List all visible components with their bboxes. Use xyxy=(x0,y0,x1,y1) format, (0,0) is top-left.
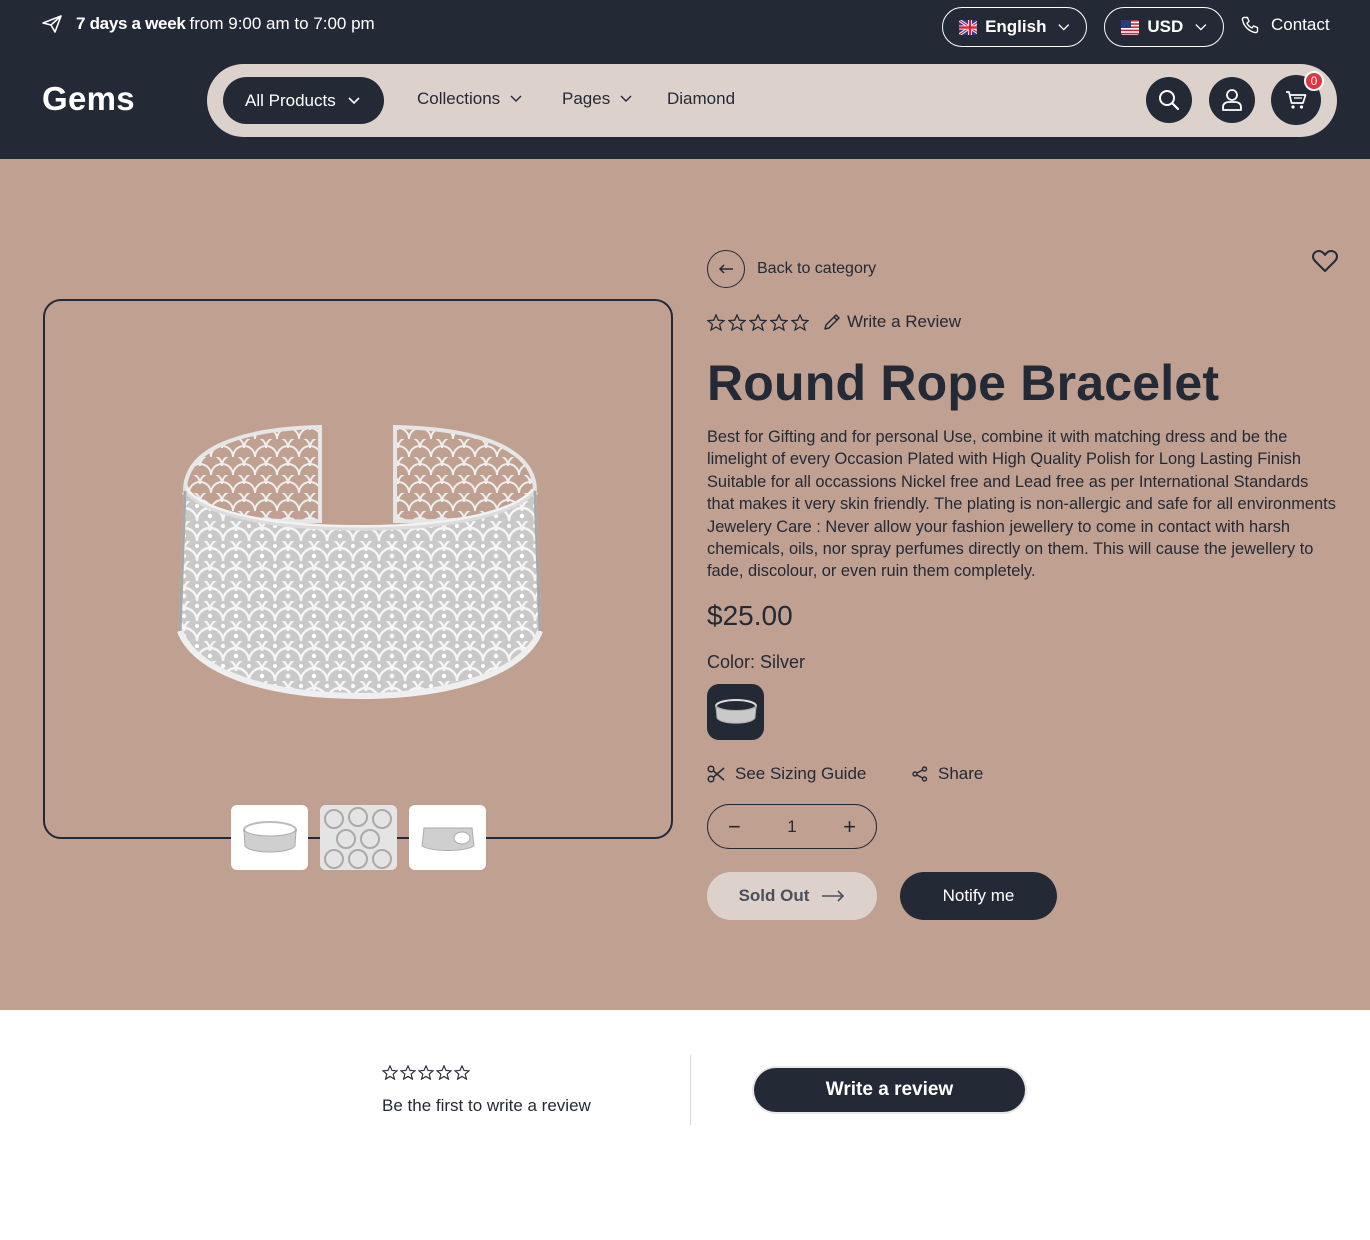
nav-diamond-label: Diamond xyxy=(667,89,736,108)
thumbnail-1[interactable] xyxy=(231,805,308,870)
share-icon xyxy=(912,766,928,782)
star-icon xyxy=(382,1065,398,1080)
quantity-decrease-button[interactable]: − xyxy=(728,815,741,838)
quantity-value[interactable]: 1 xyxy=(787,817,796,837)
sizing-guide-label: See Sizing Guide xyxy=(735,764,867,783)
star-icon xyxy=(728,313,746,331)
main-nav: All Products Collections Pages Diamond 0 xyxy=(207,64,1337,137)
bracelet-detail-thumbnail xyxy=(320,805,397,870)
product-section: Back to category Write a Review Round Ro… xyxy=(0,159,1370,1010)
star-icon xyxy=(418,1065,434,1080)
review-empty-text: Be the first to write a review xyxy=(382,1096,591,1115)
top-bar: 7 days a week from 9:00 am to 7:00 pm En… xyxy=(0,0,1370,52)
chevron-down-icon xyxy=(510,95,522,102)
share-label: Share xyxy=(938,764,984,783)
bracelet-side-thumbnail xyxy=(420,827,475,851)
chevron-down-icon xyxy=(1195,23,1207,31)
arrow-right-icon xyxy=(822,890,845,902)
site-header: 7 days a week from 9:00 am to 7:00 pm En… xyxy=(0,0,1370,159)
paper-plane-icon xyxy=(42,15,62,33)
nav-pages-label: Pages xyxy=(562,89,611,108)
language-selector[interactable]: English xyxy=(942,7,1087,47)
color-swatch-silver[interactable] xyxy=(707,684,764,740)
thumbnail-3[interactable] xyxy=(409,805,486,870)
heart-icon xyxy=(1312,250,1338,272)
search-icon xyxy=(1159,90,1180,111)
all-products-label: All Products xyxy=(245,90,336,110)
pencil-icon xyxy=(824,314,840,330)
nav-collections-label: Collections xyxy=(417,89,501,108)
star-icon xyxy=(770,313,788,331)
chevron-down-icon xyxy=(348,96,360,104)
product-price: $25.00 xyxy=(707,600,793,631)
phone-icon xyxy=(1241,16,1259,34)
search-button[interactable] xyxy=(1146,77,1192,123)
rating-stars xyxy=(707,313,809,331)
language-label: English xyxy=(985,17,1047,36)
review-summary-stars xyxy=(382,1065,470,1080)
all-products-button[interactable]: All Products xyxy=(223,77,384,124)
bracelet-swatch-image xyxy=(714,699,757,724)
currency-selector[interactable]: USD xyxy=(1104,7,1224,47)
sizing-guide-link[interactable]: See Sizing Guide xyxy=(707,764,866,784)
us-flag-icon xyxy=(1121,19,1140,35)
reviews-section: Be the first to write a review Write a r… xyxy=(0,1010,1370,1240)
bracelet-thumbnail xyxy=(242,820,297,852)
contact-link[interactable]: Contact xyxy=(1241,15,1330,35)
bracelet-image xyxy=(177,424,543,700)
currency-label: USD xyxy=(1147,17,1184,36)
contact-label: Contact xyxy=(1271,15,1330,34)
nav-collections[interactable]: Collections xyxy=(417,89,522,109)
back-to-category-link[interactable]: Back to category xyxy=(707,250,876,288)
color-label: Color: Silver xyxy=(707,652,806,672)
wishlist-button[interactable] xyxy=(1312,249,1338,278)
sold-out-label: Sold Out xyxy=(738,886,810,905)
thumbnail-strip xyxy=(231,805,486,870)
chevron-down-icon xyxy=(620,95,632,102)
announcement: 7 days a week from 9:00 am to 7:00 pm xyxy=(42,14,375,34)
star-icon xyxy=(749,313,767,331)
thumbnail-2[interactable] xyxy=(320,805,397,870)
notify-me-button[interactable]: Notify me xyxy=(900,872,1057,920)
cart-count-badge: 0 xyxy=(1304,71,1324,91)
account-button[interactable] xyxy=(1209,77,1255,123)
star-icon xyxy=(454,1065,470,1080)
nav-pages[interactable]: Pages xyxy=(562,89,632,109)
back-arrow-button xyxy=(707,250,745,288)
user-icon xyxy=(1222,89,1242,111)
star-icon xyxy=(436,1065,452,1080)
chevron-down-icon xyxy=(1058,23,1070,30)
share-link[interactable]: Share xyxy=(912,764,983,784)
product-title: Round Rope Bracelet xyxy=(707,355,1220,411)
nav-diamond[interactable]: Diamond xyxy=(667,89,735,109)
product-gallery xyxy=(43,299,673,870)
back-label: Back to category xyxy=(757,260,877,277)
review-divider xyxy=(690,1055,691,1125)
shopping-cart-icon xyxy=(1286,91,1307,109)
arrow-left-icon xyxy=(718,264,733,274)
product-description: Best for Gifting and for personal Use, c… xyxy=(707,428,1336,581)
product-rating: Write a Review xyxy=(707,312,961,332)
site-logo[interactable]: Gems xyxy=(42,80,135,118)
write-review-button[interactable]: Write a review xyxy=(754,1068,1025,1112)
write-review-link[interactable]: Write a Review xyxy=(823,312,961,332)
star-icon xyxy=(400,1065,416,1080)
star-icon xyxy=(707,313,725,331)
sold-out-button[interactable]: Sold Out xyxy=(707,872,877,920)
announce-text: from 9:00 am to 7:00 pm xyxy=(189,14,375,33)
quantity-stepper: − 1 + xyxy=(707,804,877,849)
uk-flag-icon xyxy=(959,19,978,35)
star-icon xyxy=(791,313,809,331)
scissors-icon xyxy=(707,765,725,783)
announce-bold: 7 days a week xyxy=(76,14,186,33)
quantity-increase-button[interactable]: + xyxy=(843,815,856,838)
write-review-label: Write a Review xyxy=(847,312,961,331)
